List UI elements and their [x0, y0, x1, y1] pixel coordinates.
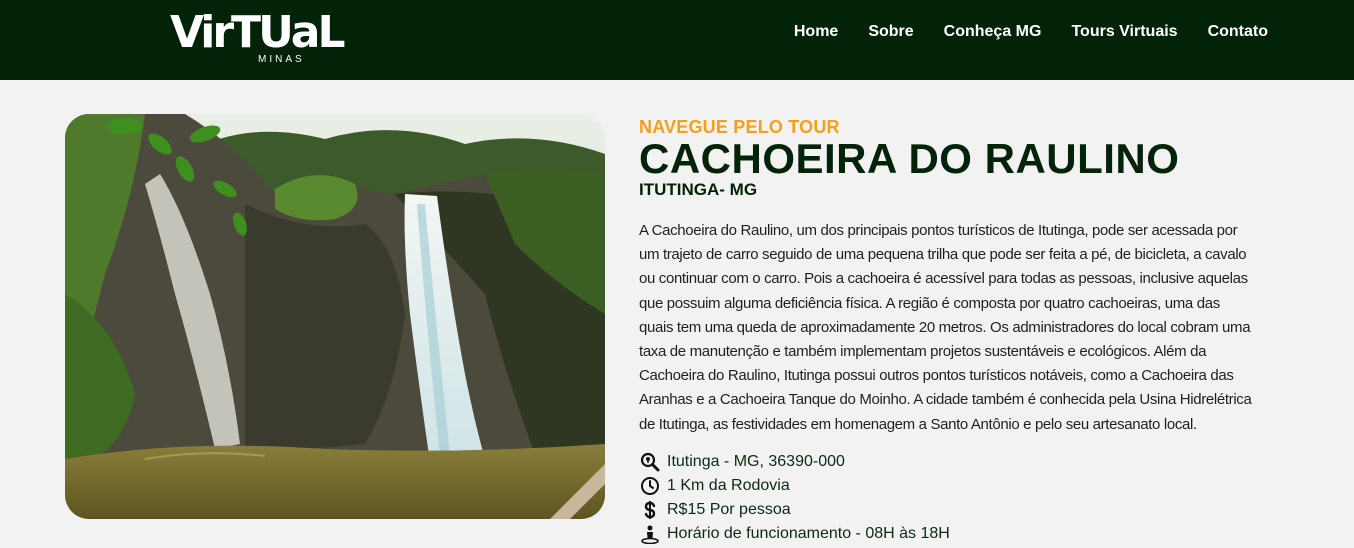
logo-wordmark: VirTUaL — [170, 7, 346, 58]
logo-subtitle: MINAS — [258, 54, 305, 65]
info-list: Itutinga - MG, 36390-000 1 Km da Rodovia… — [639, 450, 950, 546]
nav-contato[interactable]: Contato — [1208, 22, 1268, 42]
site-header: VirTUaL MINAS Home Sobre Conheça MG Tour… — [0, 0, 1354, 80]
info-distance: 1 Km da Rodovia — [639, 474, 950, 498]
site-logo[interactable]: VirTUaL MINAS — [170, 8, 346, 66]
info-hours-text: Horário de funcionamento - 08H às 18H — [667, 525, 950, 542]
location-subtitle: ITUTINGA- MG — [639, 180, 758, 199]
dollar-icon — [639, 499, 661, 521]
nav-conheca-mg[interactable]: Conheça MG — [944, 22, 1042, 42]
description-text: A Cachoeira do Raulino, um dos principai… — [639, 222, 1252, 433]
info-hours: Horário de funcionamento - 08H às 18H — [639, 522, 950, 546]
person-pin-icon — [639, 523, 661, 545]
info-address: Itutinga - MG, 36390-000 — [639, 450, 950, 474]
info-address-text: Itutinga - MG, 36390-000 — [667, 453, 845, 470]
nav-sobre[interactable]: Sobre — [868, 22, 913, 42]
clock-icon — [639, 475, 661, 497]
info-price: R$15 Por pessoa — [639, 498, 950, 522]
page-title: CACHOEIRA DO RAULINO — [639, 135, 1180, 182]
search-location-icon — [639, 451, 661, 473]
nav-tours-virtuais[interactable]: Tours Virtuais — [1071, 22, 1177, 42]
nav-home[interactable]: Home — [794, 22, 838, 42]
main-nav: Home Sobre Conheça MG Tours Virtuais Con… — [794, 22, 1268, 42]
waterfall-illustration — [65, 114, 605, 519]
waterfall-photo — [65, 114, 605, 519]
info-price-text: R$15 Por pessoa — [667, 501, 791, 518]
info-distance-text: 1 Km da Rodovia — [667, 477, 790, 494]
